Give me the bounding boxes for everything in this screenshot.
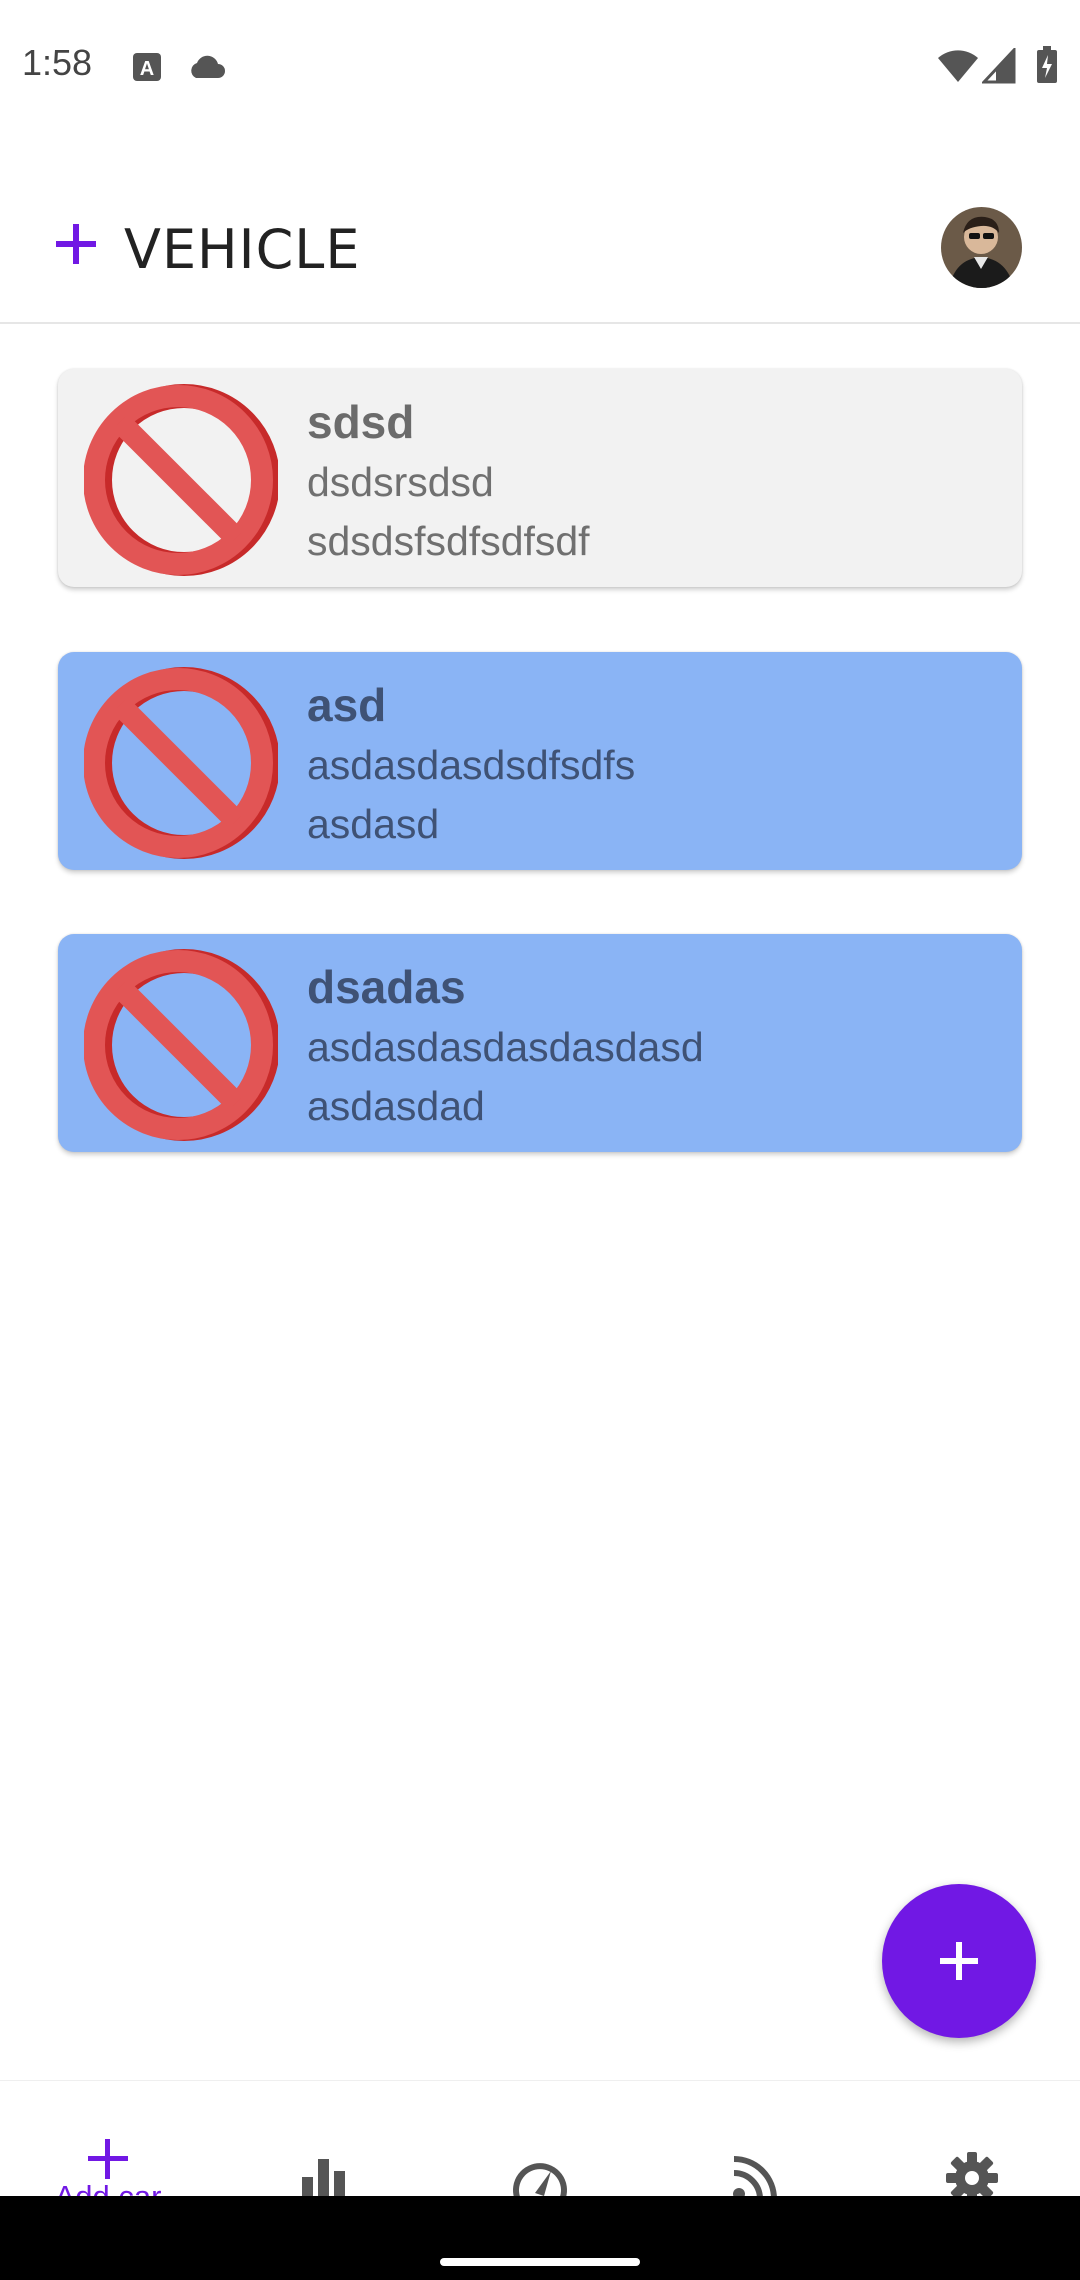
keyboard-notification-icon: A bbox=[132, 52, 162, 87]
status-time: 1:58 bbox=[22, 42, 93, 83]
app-bar: VEHICLE bbox=[0, 160, 1080, 324]
vehicle-detail-1: asdasdasdasdasdasd bbox=[307, 1024, 704, 1070]
prohibited-icon bbox=[83, 383, 280, 577]
cloud-icon bbox=[186, 54, 226, 85]
vehicle-detail-1: asdasdasdsdfsdfs bbox=[307, 742, 636, 788]
add-vehicle-fab[interactable] bbox=[882, 1884, 1036, 2038]
svg-text:A: A bbox=[140, 58, 154, 80]
screen: 1:58 A VEHICLE sdsd dsdsrsdsd sdsdsfsdfs… bbox=[0, 0, 1080, 2280]
vehicle-detail-2: asdasd bbox=[307, 801, 440, 847]
rss-feed-icon bbox=[733, 2156, 777, 2200]
wifi-icon bbox=[936, 48, 980, 89]
cell-signal-icon bbox=[980, 46, 1016, 89]
vehicle-name: sdsd bbox=[307, 396, 415, 448]
page-title: VEHICLE bbox=[124, 218, 361, 281]
plus-icon bbox=[940, 1942, 978, 1980]
add-vehicle-plus-icon[interactable] bbox=[54, 222, 98, 271]
avatar[interactable] bbox=[941, 207, 1022, 288]
speedometer-icon bbox=[513, 2163, 567, 2200]
vehicle-detail-2: asdasdad bbox=[307, 1083, 485, 1129]
vehicle-detail-1: dsdsrsdsd bbox=[307, 459, 494, 505]
vehicle-card[interactable]: asd asdasdasdsdfsdfs asdasd bbox=[58, 652, 1022, 870]
vehicle-name: asd bbox=[307, 679, 387, 731]
plus-icon bbox=[88, 2139, 128, 2179]
battery-charging-icon bbox=[1036, 46, 1058, 89]
vehicle-card[interactable]: sdsd dsdsrsdsd sdsdsfsdfsdfsdf bbox=[58, 369, 1022, 587]
vehicle-card[interactable]: dsadas asdasdasdasdasdasd asdasdad bbox=[58, 934, 1022, 1152]
home-gesture-handle[interactable] bbox=[440, 2258, 640, 2266]
prohibited-icon bbox=[83, 948, 280, 1142]
status-bar: 1:58 A bbox=[0, 0, 1080, 135]
vehicle-name: dsadas bbox=[307, 961, 466, 1013]
vehicle-detail-2: sdsdsfsdfsdfsdf bbox=[307, 518, 590, 564]
system-navigation-bar bbox=[0, 2196, 1080, 2280]
prohibited-icon bbox=[83, 666, 280, 860]
